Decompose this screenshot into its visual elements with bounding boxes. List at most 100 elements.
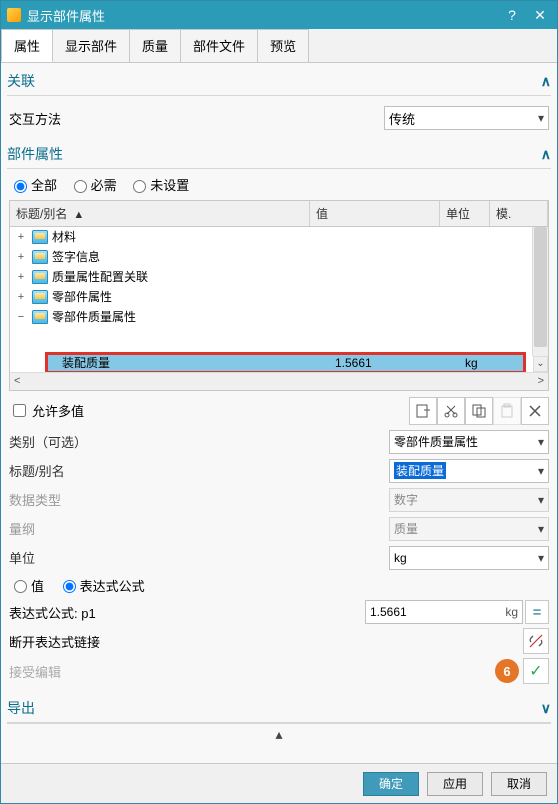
paste-icon bbox=[493, 397, 521, 425]
tree-row[interactable]: +材料 bbox=[10, 227, 548, 247]
title-alias-label: 标题/别名 bbox=[9, 461, 124, 480]
tab-attributes[interactable]: 属性 bbox=[1, 29, 53, 62]
tab-preview[interactable]: 预览 bbox=[257, 29, 309, 62]
add-icon[interactable] bbox=[409, 397, 437, 425]
ok-button[interactable]: 确定 bbox=[363, 772, 419, 796]
title-alias-value: 装配质量 bbox=[394, 462, 446, 479]
expand-icon[interactable]: + bbox=[14, 271, 28, 283]
selected-value: 1.5661 bbox=[335, 356, 465, 370]
chevron-down-icon: ▾ bbox=[538, 111, 544, 125]
delete-icon[interactable] bbox=[521, 397, 549, 425]
section-title-attrs: 部件属性 bbox=[7, 144, 63, 164]
section-header-export[interactable]: 导出 ∨ bbox=[7, 694, 551, 723]
dialog-content: 关联 ∧ 交互方法 传统 ▾ 部件属性 ∧ 全部 必需 未设置 bbox=[1, 63, 557, 763]
selected-title: 装配质量 bbox=[62, 354, 335, 371]
unit-select[interactable]: kg ▾ bbox=[389, 546, 549, 570]
tree-label: 零部件质量属性 bbox=[52, 308, 136, 325]
col-header-title[interactable]: 标题/别名▲ bbox=[10, 201, 310, 226]
col-header-value[interactable]: 值 bbox=[310, 201, 440, 226]
break-link-button[interactable] bbox=[523, 628, 549, 654]
expand-icon[interactable]: + bbox=[14, 251, 28, 263]
radio-all[interactable]: 全部 bbox=[9, 175, 57, 194]
chevron-down-icon: ▾ bbox=[538, 551, 544, 565]
step-badge: 6 bbox=[495, 659, 519, 683]
title-bar[interactable]: 显示部件属性 ? ✕ bbox=[1, 1, 557, 29]
col-header-unit[interactable]: 单位 bbox=[440, 201, 490, 226]
chevron-down-icon: ▾ bbox=[538, 493, 544, 507]
value-or-expression-group: 值 表达式公式 bbox=[9, 576, 549, 597]
tree-row[interactable]: +质量属性配置关联 bbox=[10, 267, 548, 287]
radio-unset[interactable]: 未设置 bbox=[128, 175, 189, 194]
scroll-down-icon[interactable]: ⌄ bbox=[533, 356, 548, 372]
collapse-icon[interactable]: ∧ bbox=[541, 146, 551, 163]
grid-header: 标题/别名▲ 值 单位 模. bbox=[10, 201, 548, 227]
datatype-label: 数据类型 bbox=[9, 490, 124, 509]
cancel-button[interactable]: 取消 bbox=[491, 772, 547, 796]
expand-icon[interactable]: ∨ bbox=[541, 700, 551, 717]
selected-attribute-row[interactable]: 装配质量 1.5661 kg bbox=[45, 352, 526, 372]
tree-row[interactable]: +零部件属性 bbox=[10, 287, 548, 307]
toolbar bbox=[409, 397, 549, 425]
chevron-down-icon: ▾ bbox=[538, 435, 544, 449]
radio-required[interactable]: 必需 bbox=[69, 175, 117, 194]
accept-edit-button[interactable]: ✓ bbox=[523, 658, 549, 684]
equals-button[interactable]: = bbox=[525, 600, 549, 624]
dialog-window: 显示部件属性 ? ✕ 属性 显示部件 质量 部件文件 预览 关联 ∧ 交互方法 … bbox=[0, 0, 558, 804]
scroll-left-icon[interactable]: < bbox=[14, 375, 20, 387]
scrollbar-thumb[interactable] bbox=[534, 227, 547, 347]
tab-mass[interactable]: 质量 bbox=[129, 29, 181, 62]
interaction-method-value: 传统 bbox=[389, 109, 415, 128]
section-header-attrs[interactable]: 部件属性 ∧ bbox=[7, 140, 551, 169]
tab-part-file[interactable]: 部件文件 bbox=[180, 29, 258, 62]
folder-icon bbox=[32, 270, 48, 284]
apply-button[interactable]: 应用 bbox=[427, 772, 483, 796]
datatype-select: 数字 ▾ bbox=[389, 488, 549, 512]
expression-formula-label: 表达式公式: p1 bbox=[9, 603, 209, 622]
col-header-mod[interactable]: 模. bbox=[490, 201, 548, 226]
collapse-icon[interactable]: − bbox=[14, 311, 28, 323]
dimension-select: 质量 ▾ bbox=[389, 517, 549, 541]
allow-multivalue-label: 允许多值 bbox=[32, 401, 84, 420]
collapse-panel-toggle[interactable]: ▴ bbox=[7, 723, 551, 745]
section-body-attrs: 全部 必需 未设置 标题/别名▲ 值 单位 模. +材料 +签字信息 +质量属性… bbox=[7, 169, 551, 694]
datatype-value: 数字 bbox=[394, 491, 418, 508]
vertical-scrollbar[interactable]: ⌄ bbox=[532, 227, 548, 356]
dialog-footer: 确定 应用 取消 bbox=[1, 763, 557, 803]
dimension-label: 量纲 bbox=[9, 519, 124, 538]
chevron-down-icon: ▾ bbox=[538, 522, 544, 536]
radio-expression[interactable]: 表达式公式 bbox=[58, 576, 145, 595]
copy-icon[interactable] bbox=[465, 397, 493, 425]
section-header-assoc[interactable]: 关联 ∧ bbox=[7, 67, 551, 96]
interaction-method-select[interactable]: 传统 ▾ bbox=[384, 106, 549, 130]
close-button[interactable]: ✕ bbox=[529, 4, 551, 26]
horizontal-scrollbar[interactable]: < > bbox=[10, 372, 548, 390]
expand-icon[interactable]: + bbox=[14, 231, 28, 243]
interaction-method-label: 交互方法 bbox=[9, 109, 61, 128]
tab-strip: 属性 显示部件 质量 部件文件 预览 bbox=[1, 29, 557, 63]
scroll-right-icon[interactable]: > bbox=[538, 375, 544, 387]
allow-multivalue-checkbox[interactable] bbox=[13, 404, 26, 417]
tree-row[interactable]: − 零部件质量属性 bbox=[10, 307, 548, 327]
dimension-value: 质量 bbox=[394, 520, 418, 537]
tab-display-parts[interactable]: 显示部件 bbox=[52, 29, 130, 62]
section-title-assoc: 关联 bbox=[7, 71, 35, 91]
break-link-label: 断开表达式链接 bbox=[9, 632, 100, 651]
collapse-icon[interactable]: ∧ bbox=[541, 73, 551, 90]
radio-value[interactable]: 值 bbox=[9, 576, 44, 595]
accept-edit-label: 接受编辑 bbox=[9, 662, 61, 681]
filter-radio-group: 全部 必需 未设置 bbox=[9, 175, 549, 196]
category-label: 类别（可选） bbox=[9, 432, 124, 451]
expression-value: 1.5661 bbox=[370, 605, 499, 619]
expand-icon[interactable]: + bbox=[14, 291, 28, 303]
attribute-grid: 标题/别名▲ 值 单位 模. +材料 +签字信息 +质量属性配置关联 +零部件属… bbox=[9, 200, 549, 391]
selected-unit: kg bbox=[465, 356, 515, 370]
help-button[interactable]: ? bbox=[501, 4, 523, 26]
unit-value: kg bbox=[394, 551, 407, 565]
cut-icon[interactable] bbox=[437, 397, 465, 425]
tree-row[interactable]: +签字信息 bbox=[10, 247, 548, 267]
expression-value-input[interactable]: 1.5661 kg bbox=[365, 600, 523, 624]
folder-icon bbox=[32, 250, 48, 264]
section-body-assoc: 交互方法 传统 ▾ bbox=[7, 96, 551, 140]
title-alias-select[interactable]: 装配质量 ▾ bbox=[389, 459, 549, 483]
category-select[interactable]: 零部件质量属性 ▾ bbox=[389, 430, 549, 454]
